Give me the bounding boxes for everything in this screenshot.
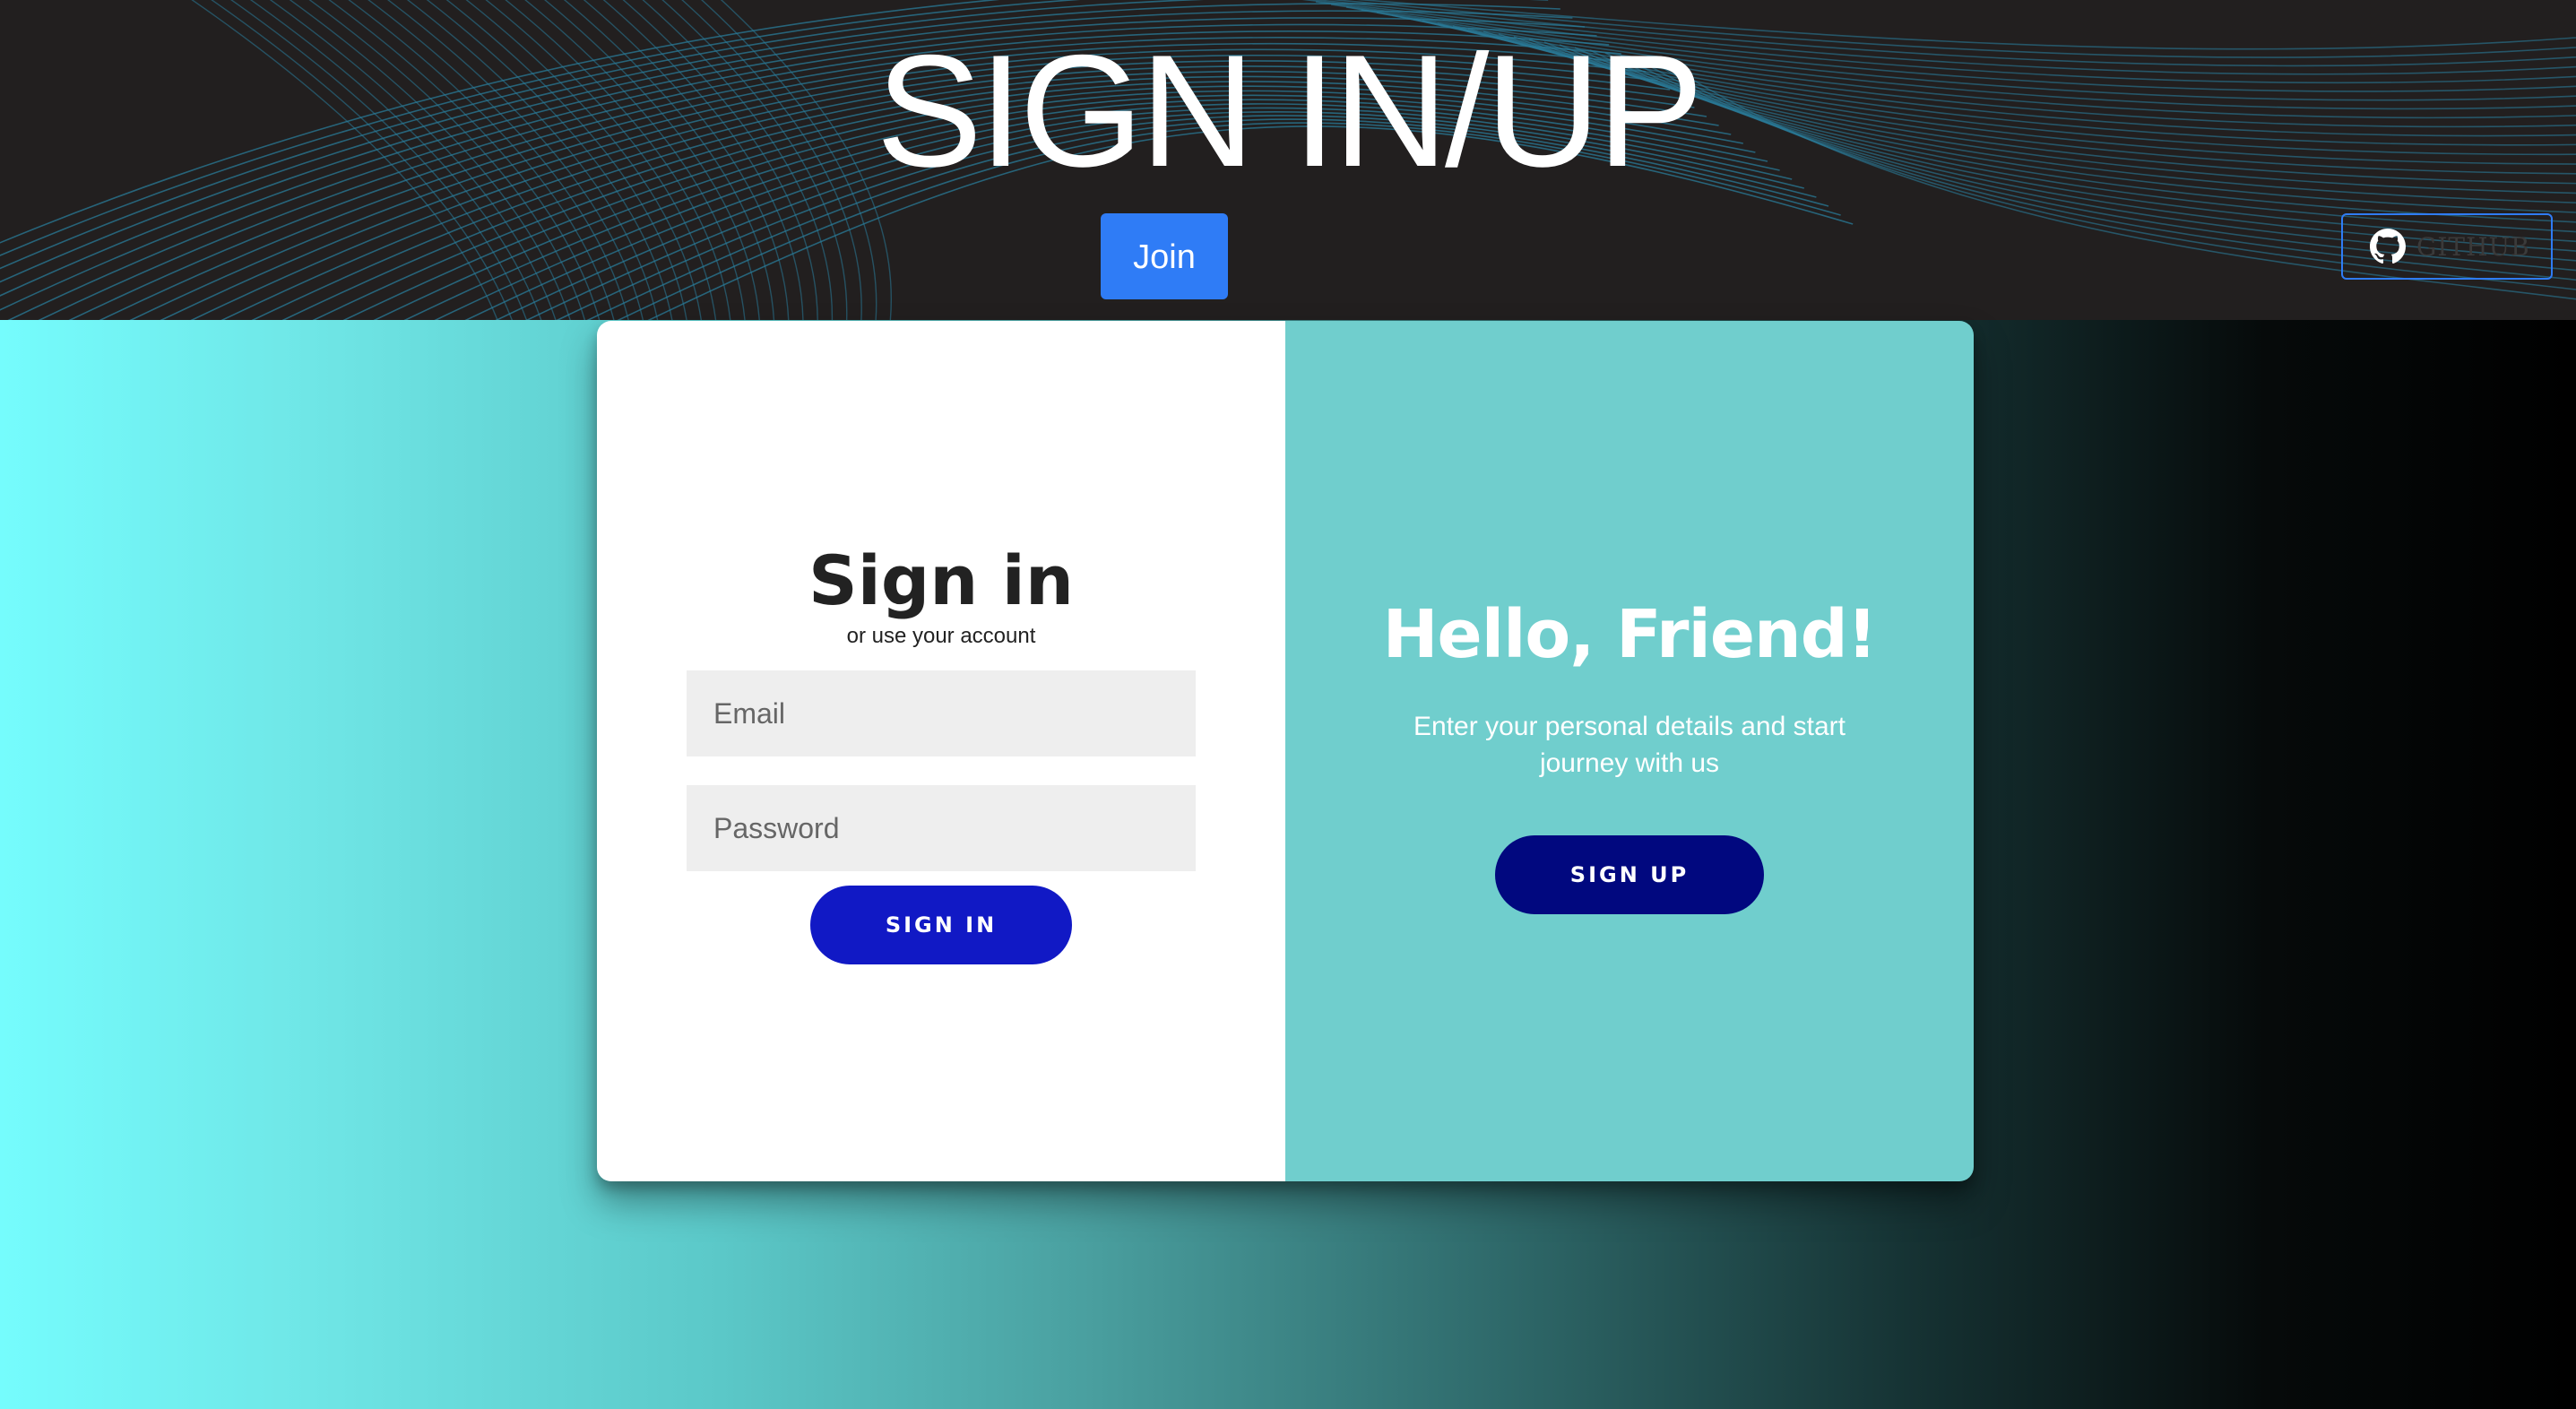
signin-title: Sign in (808, 540, 1074, 620)
hello-title: Hello, Friend! (1382, 596, 1878, 673)
github-button[interactable]: GITHUB (2341, 213, 2553, 280)
signup-button[interactable]: SIGN UP (1495, 835, 1764, 914)
email-field[interactable] (687, 670, 1196, 756)
join-button[interactable]: Join (1101, 213, 1228, 299)
signin-button[interactable]: SIGN IN (810, 886, 1072, 964)
github-label: GITHUB (2416, 231, 2530, 262)
auth-card: Sign in or use your account SIGN IN Hell… (597, 321, 1974, 1181)
password-field[interactable] (687, 785, 1196, 871)
signin-panel: Sign in or use your account SIGN IN (597, 321, 1285, 1181)
hello-text: Enter your personal details and start jo… (1413, 712, 1846, 778)
signin-subtitle: or use your account (846, 624, 1036, 648)
github-icon (2370, 229, 2406, 264)
header-banner: SIGN IN/UP Join GITHUB (0, 0, 2576, 320)
page-title: SIGN IN/UP (876, 22, 1703, 200)
signup-panel: Hello, Friend! Enter your personal detai… (1285, 321, 1974, 1181)
page: SIGN IN/UP Join GITHUB Sign in or use yo… (0, 0, 2576, 1409)
